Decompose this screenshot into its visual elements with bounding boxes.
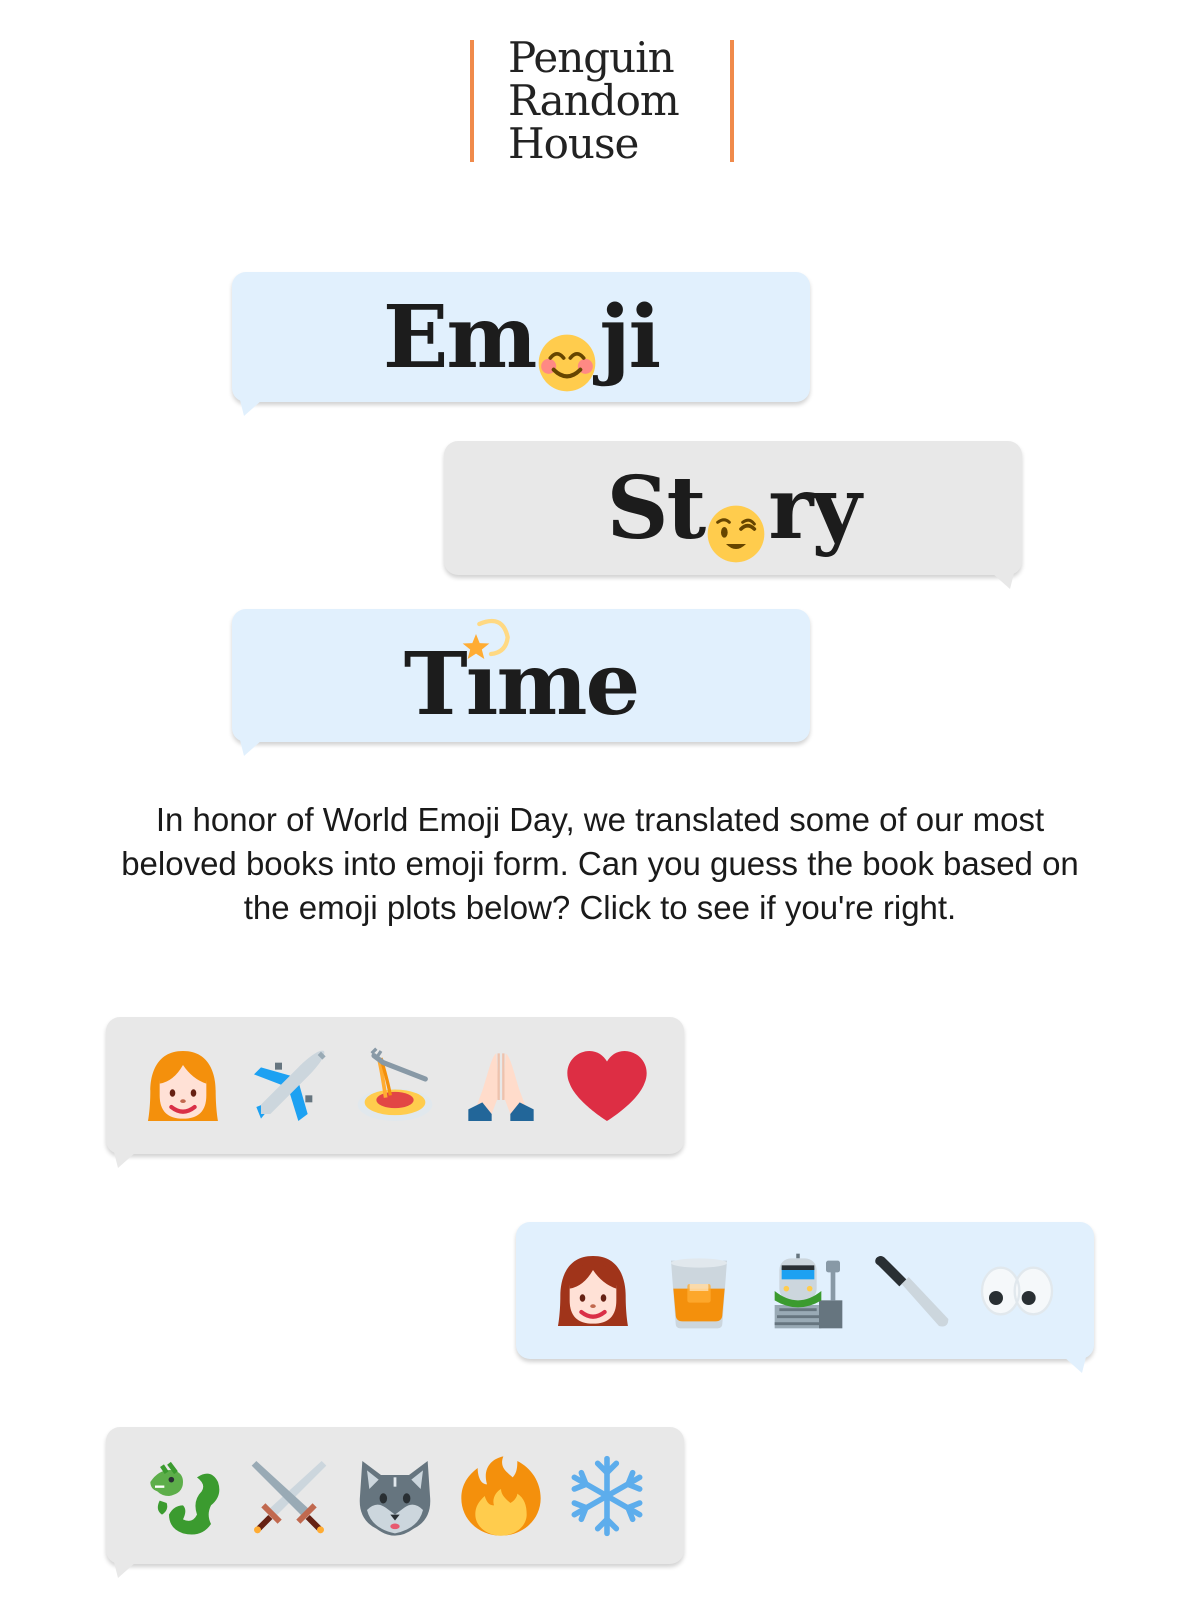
title-bubble-story: St ry bbox=[444, 441, 1022, 589]
title-word-story: St ry bbox=[444, 441, 1022, 575]
logo-line-2: Random bbox=[508, 76, 680, 125]
title-bubble-emoji: Em ji bbox=[232, 272, 810, 416]
red-heart-icon bbox=[565, 1044, 649, 1128]
bubble-tail bbox=[240, 400, 262, 416]
title-text-part: Em bbox=[382, 286, 538, 388]
title-word-emoji: Em ji bbox=[232, 272, 810, 402]
logo-left-bar bbox=[470, 40, 474, 162]
bubble-tail bbox=[114, 1562, 136, 1578]
bubble-tail bbox=[114, 1152, 136, 1168]
logo-text: Penguin Random House bbox=[508, 33, 680, 168]
train-station-icon bbox=[763, 1249, 847, 1333]
winking-face-icon bbox=[706, 484, 766, 563]
dizzy-star-icon bbox=[456, 594, 516, 659]
emoji-puzzle-2[interactable] bbox=[516, 1222, 1094, 1373]
bubble-tail bbox=[992, 573, 1014, 589]
emoji-puzzle-3[interactable] bbox=[106, 1427, 684, 1578]
title-text-part: St bbox=[606, 457, 706, 559]
tumbler-glass-icon bbox=[657, 1249, 741, 1333]
eyes-icon bbox=[975, 1249, 1059, 1333]
woman-red-hair-icon bbox=[551, 1249, 635, 1333]
kitchen-knife-icon bbox=[869, 1249, 953, 1333]
title-bubble-time: Tı me bbox=[232, 609, 810, 756]
emoji-puzzle-1[interactable] bbox=[106, 1017, 684, 1168]
dragon-icon bbox=[141, 1454, 225, 1538]
intro-paragraph: In honor of World Emoji Day, we translat… bbox=[40, 798, 1160, 930]
crossed-swords-icon bbox=[247, 1454, 331, 1538]
title-text-part: me bbox=[496, 634, 640, 735]
emoji-row bbox=[106, 1427, 684, 1564]
intro-line: beloved books into emoji form. Can you g… bbox=[121, 845, 1079, 882]
snowflake-icon bbox=[565, 1454, 649, 1538]
intro-line: In honor of World Emoji Day, we translat… bbox=[155, 801, 1045, 838]
penguin-random-house-logo[interactable]: Penguin Random House bbox=[470, 36, 734, 165]
fire-icon bbox=[459, 1454, 543, 1538]
wolf-icon bbox=[353, 1454, 437, 1538]
logo-line-3: House bbox=[508, 119, 639, 168]
emoji-row bbox=[516, 1222, 1094, 1359]
spaghetti-icon bbox=[353, 1044, 437, 1128]
emoji-row bbox=[106, 1017, 684, 1154]
airplane-icon bbox=[247, 1044, 331, 1128]
bubble-tail bbox=[1064, 1357, 1086, 1373]
smiling-face-with-smiling-eyes-icon bbox=[537, 313, 597, 392]
bubble-tail bbox=[240, 740, 262, 756]
title-word-time: Tı me bbox=[232, 609, 810, 742]
folded-hands-icon bbox=[459, 1044, 543, 1128]
intro-line: the emoji plots below? Click to see if y… bbox=[243, 889, 957, 926]
title-text-part: ji bbox=[599, 286, 661, 388]
letter-i-with-star: ı bbox=[462, 618, 510, 735]
logo-line-1: Penguin bbox=[508, 33, 675, 82]
logo-right-bar bbox=[730, 40, 734, 162]
title-text-part: ry bbox=[768, 457, 861, 559]
woman-blond-icon bbox=[141, 1044, 225, 1128]
